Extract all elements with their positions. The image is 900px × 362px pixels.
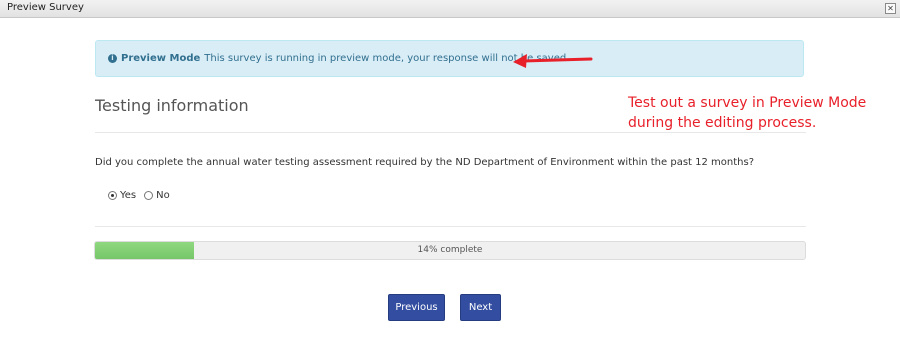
option-yes-label: Yes — [120, 190, 137, 201]
option-yes[interactable]: Yes — [108, 190, 136, 201]
next-button[interactable]: Next — [460, 294, 501, 321]
previous-button[interactable]: Previous — [388, 294, 445, 321]
answer-options: Yes No — [108, 190, 178, 201]
annotation-callout: Test out a survey in Preview Mode during… — [628, 95, 867, 131]
close-icon[interactable]: ✕ — [885, 3, 896, 14]
section-title: Testing information — [95, 96, 249, 115]
divider — [95, 226, 806, 227]
info-icon: i — [108, 54, 117, 63]
alert-title: Preview Mode — [121, 53, 201, 64]
option-no[interactable]: No — [144, 190, 170, 201]
option-no-label: No — [156, 190, 170, 201]
preview-mode-alert: i Preview Mode This survey is running in… — [95, 40, 804, 77]
pointer-arrow-icon — [513, 54, 593, 68]
radio-selected-icon[interactable] — [108, 191, 117, 200]
progress-bar: 14% complete — [94, 241, 806, 260]
radio-unselected-icon[interactable] — [144, 191, 154, 200]
window-titlebar: Preview Survey ✕ — [0, 0, 900, 18]
window-title: Preview Survey — [7, 2, 84, 13]
progress-label: 14% complete — [417, 245, 483, 255]
question-text: Did you complete the annual water testin… — [95, 157, 755, 168]
